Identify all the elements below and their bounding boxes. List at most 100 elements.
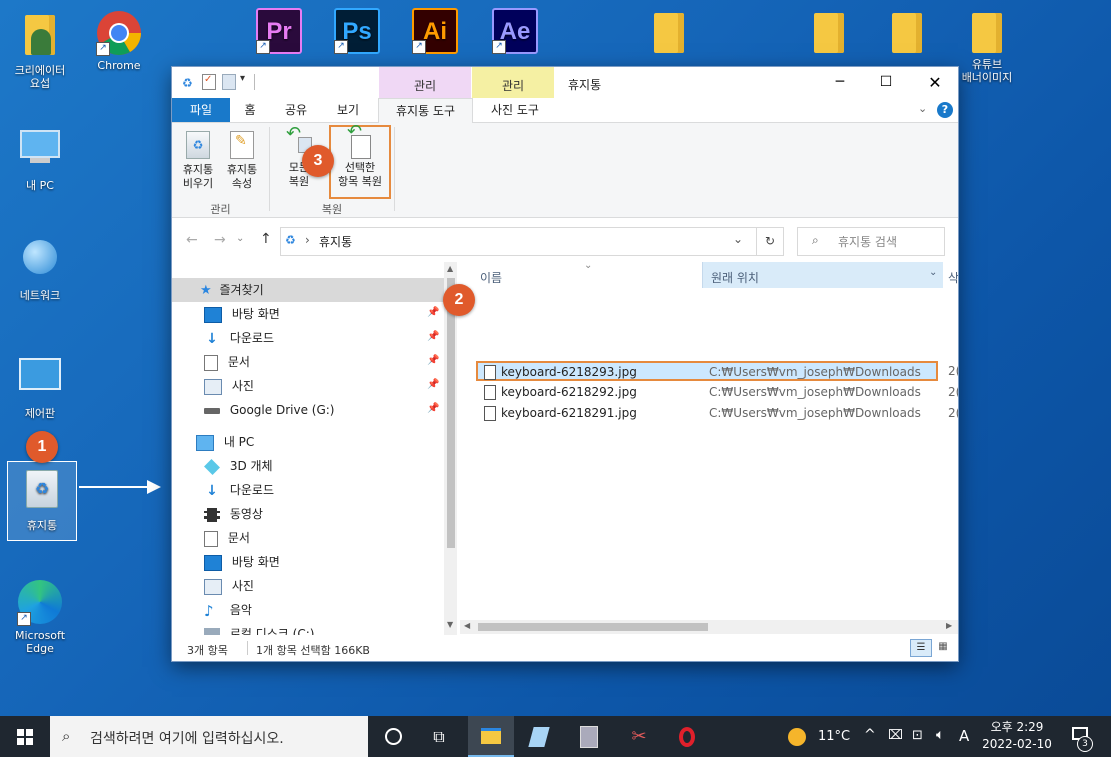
desktop-icon-recycle-bin[interactable]: ♻ 휴지통 — [7, 461, 77, 541]
breadcrumb[interactable]: 휴지통 — [319, 233, 352, 250]
tab-picture-tools[interactable]: 사진 도구 — [474, 98, 556, 122]
large-icons-view-icon[interactable]: ▦ — [934, 639, 952, 655]
desktop-icon-network[interactable]: 네트워크 — [5, 238, 75, 302]
tab-file[interactable]: 파일 — [172, 98, 230, 122]
column-header-name[interactable]: 이름 — [480, 269, 502, 286]
taskbar-search-input[interactable]: 검색하려면 여기에 입력하십시오. — [90, 728, 284, 748]
nav-item-pictures[interactable]: 사진 — [204, 375, 254, 397]
file-row[interactable]: keyboard-6218293.jpg C:₩Users₩vm_joseph₩… — [476, 361, 938, 381]
taskbar-app[interactable]: ✂ — [616, 716, 662, 757]
back-arrow-icon[interactable]: ← — [186, 232, 198, 248]
divider — [254, 74, 255, 90]
task-view-button[interactable]: ⧉ — [416, 716, 462, 757]
nav-item-pc-documents[interactable]: 문서 — [204, 527, 250, 549]
action-center-button[interactable]: 3 — [1064, 716, 1108, 757]
weather-temperature[interactable]: 11°C — [818, 729, 850, 744]
network-tray-icon[interactable]: ⊡ — [912, 728, 923, 743]
address-dropdown-icon[interactable]: ⌄ — [733, 232, 743, 246]
cortana-button[interactable] — [370, 716, 416, 757]
nav-item-google-drive[interactable]: Google Drive (G:) — [204, 399, 334, 421]
title-bar[interactable]: ♻ ✓ ▾ 관리 관리 휴지통 ─ ☐ ✕ — [172, 67, 958, 98]
desktop-folder-youtube-banner[interactable]: 유튜브 배너이미지 — [952, 10, 1022, 84]
nav-item-this-pc[interactable]: 내 PC — [196, 431, 254, 453]
empty-recycle-bin-button[interactable]: ♻ 휴지통 비우기 — [178, 131, 218, 191]
customize-quick-access-icon[interactable]: ▾ — [240, 73, 245, 84]
forward-arrow-icon[interactable]: → — [214, 232, 226, 248]
navigation-pane: ★ 즐겨찾기 바탕 화면 📌 ↓ 다운로드 📌 문서 📌 사진 📌 Google… — [172, 262, 457, 635]
taskbar-calculator[interactable] — [566, 716, 612, 757]
address-bar[interactable]: ♻ › 휴지통 ⌄ — [280, 227, 778, 256]
desktop-icon-premiere[interactable]: Pr ↗ — [244, 8, 314, 57]
nav-item-pc-desktop[interactable]: 바탕 화면 — [204, 551, 280, 573]
desktop-icon-edge[interactable]: ↗ Microsoft Edge — [5, 580, 75, 655]
show-hidden-icons-icon[interactable]: ^ — [864, 727, 876, 743]
taskbar-app[interactable] — [516, 716, 562, 757]
desktop-icon-control-panel[interactable]: 제어판 — [5, 352, 75, 420]
nav-item-documents[interactable]: 문서 — [204, 351, 250, 373]
taskbar-file-explorer[interactable] — [468, 716, 514, 757]
up-arrow-icon[interactable]: ↑ — [260, 231, 272, 247]
nav-item-downloads[interactable]: ↓ 다운로드 — [204, 327, 274, 349]
restore-selected-button[interactable]: ↶ 선택한 항목 복원 — [329, 123, 391, 199]
nav-scrollbar[interactable]: ▲ ▼ — [444, 262, 457, 635]
search-box[interactable]: ⌕ 휴지통 검색 — [797, 227, 945, 256]
column-header-date-deleted[interactable]: 삭 — [948, 269, 958, 286]
column-dropdown-icon[interactable]: ⌄ — [929, 267, 937, 278]
desktop-icon-creator[interactable]: 크리에이터 요섭 — [5, 12, 75, 90]
tab-share[interactable]: 공유 — [272, 98, 320, 122]
desktop-icon-after-effects[interactable]: Ae ↗ — [480, 8, 550, 57]
control-panel-icon — [17, 358, 63, 404]
nav-item-videos[interactable]: 동영상 — [204, 503, 263, 525]
recent-locations-icon[interactable]: ⌄ — [236, 233, 244, 244]
desktop-icon-photoshop[interactable]: Ps ↗ — [322, 8, 392, 57]
nav-item-pc-pictures[interactable]: 사진 — [204, 575, 254, 597]
selection-info: 1개 항목 선택함 166KB — [256, 644, 370, 657]
volume-icon[interactable]: 🔈︎ — [936, 727, 944, 743]
properties-quick-icon[interactable]: ✓ — [202, 74, 216, 90]
horizontal-scrollbar-thumb[interactable] — [478, 623, 708, 631]
start-button[interactable] — [2, 716, 48, 757]
file-row[interactable]: keyboard-6218292.jpg C:₩Users₩vm_joseph₩… — [476, 382, 938, 402]
nav-item-pc-downloads[interactable]: ↓ 다운로드 — [204, 479, 274, 501]
new-folder-quick-icon[interactable] — [222, 74, 236, 90]
shortcut-arrow-icon: ↗ — [412, 40, 426, 54]
refresh-button[interactable]: ↻ — [756, 227, 784, 256]
taskbar-opera[interactable] — [664, 716, 710, 757]
weather-sun-icon[interactable] — [788, 728, 806, 746]
desktop-icon-chrome[interactable]: ↗ Chrome — [84, 10, 154, 72]
horizontal-scrollbar[interactable]: ◀ ▶ — [460, 620, 958, 634]
clock[interactable]: 오후 2:29 2022-02-10 — [976, 719, 1058, 753]
nav-item-music[interactable]: ♪ 음악 — [204, 599, 252, 621]
nav-item-3d-objects[interactable]: 3D 개체 — [204, 455, 273, 477]
desktop-folder[interactable] — [872, 10, 942, 62]
desktop-folder[interactable] — [634, 10, 704, 62]
tab-view[interactable]: 보기 — [324, 98, 372, 122]
explorer-window[interactable]: ♻ ✓ ▾ 관리 관리 휴지통 ─ ☐ ✕ 파일 홈 공유 보기 휴지통 도구 … — [172, 67, 958, 661]
desktop-folder[interactable] — [794, 10, 864, 62]
meet-now-icon[interactable]: ⌧ — [888, 728, 903, 743]
nav-item-desktop[interactable]: 바탕 화면 — [204, 303, 280, 325]
close-button[interactable]: ✕ — [912, 67, 958, 98]
search-input[interactable]: 휴지통 검색 — [838, 233, 897, 250]
input-method-indicator[interactable]: A — [959, 727, 969, 745]
recycle-bin-properties-button[interactable]: ✎ 휴지통 속성 — [221, 131, 263, 191]
empty-bin-icon: ♻ — [186, 131, 210, 159]
tab-home[interactable]: 홈 — [230, 98, 270, 122]
maximize-button[interactable]: ☐ — [863, 67, 909, 98]
expand-ribbon-icon[interactable]: ⌄ — [918, 102, 927, 115]
taskbar-search-box[interactable]: ⌕ 검색하려면 여기에 입력하십시오. — [50, 716, 368, 757]
clock-time: 오후 2:29 — [990, 720, 1044, 734]
opera-icon — [679, 726, 695, 747]
minimize-button[interactable]: ─ — [817, 67, 863, 98]
details-view-icon[interactable]: ☰ — [910, 639, 932, 657]
pin-icon: 📌 — [427, 331, 440, 342]
help-icon[interactable]: ? — [937, 102, 953, 118]
pin-icon: 📌 — [427, 379, 440, 390]
nav-item-local-disk[interactable]: 로컬 디스크 (C:) — [204, 623, 314, 635]
desktop-icon-this-pc[interactable]: 내 PC — [5, 126, 75, 192]
nav-scrollbar-thumb[interactable] — [447, 278, 455, 548]
column-header-original-location[interactable]: 원래 위치 ⌄ — [702, 262, 943, 288]
desktop-icon-illustrator[interactable]: Ai ↗ — [400, 8, 470, 57]
file-row[interactable]: keyboard-6218291.jpg C:₩Users₩vm_joseph₩… — [476, 403, 938, 423]
tab-recycle-bin-tools[interactable]: 휴지통 도구 — [378, 98, 473, 124]
